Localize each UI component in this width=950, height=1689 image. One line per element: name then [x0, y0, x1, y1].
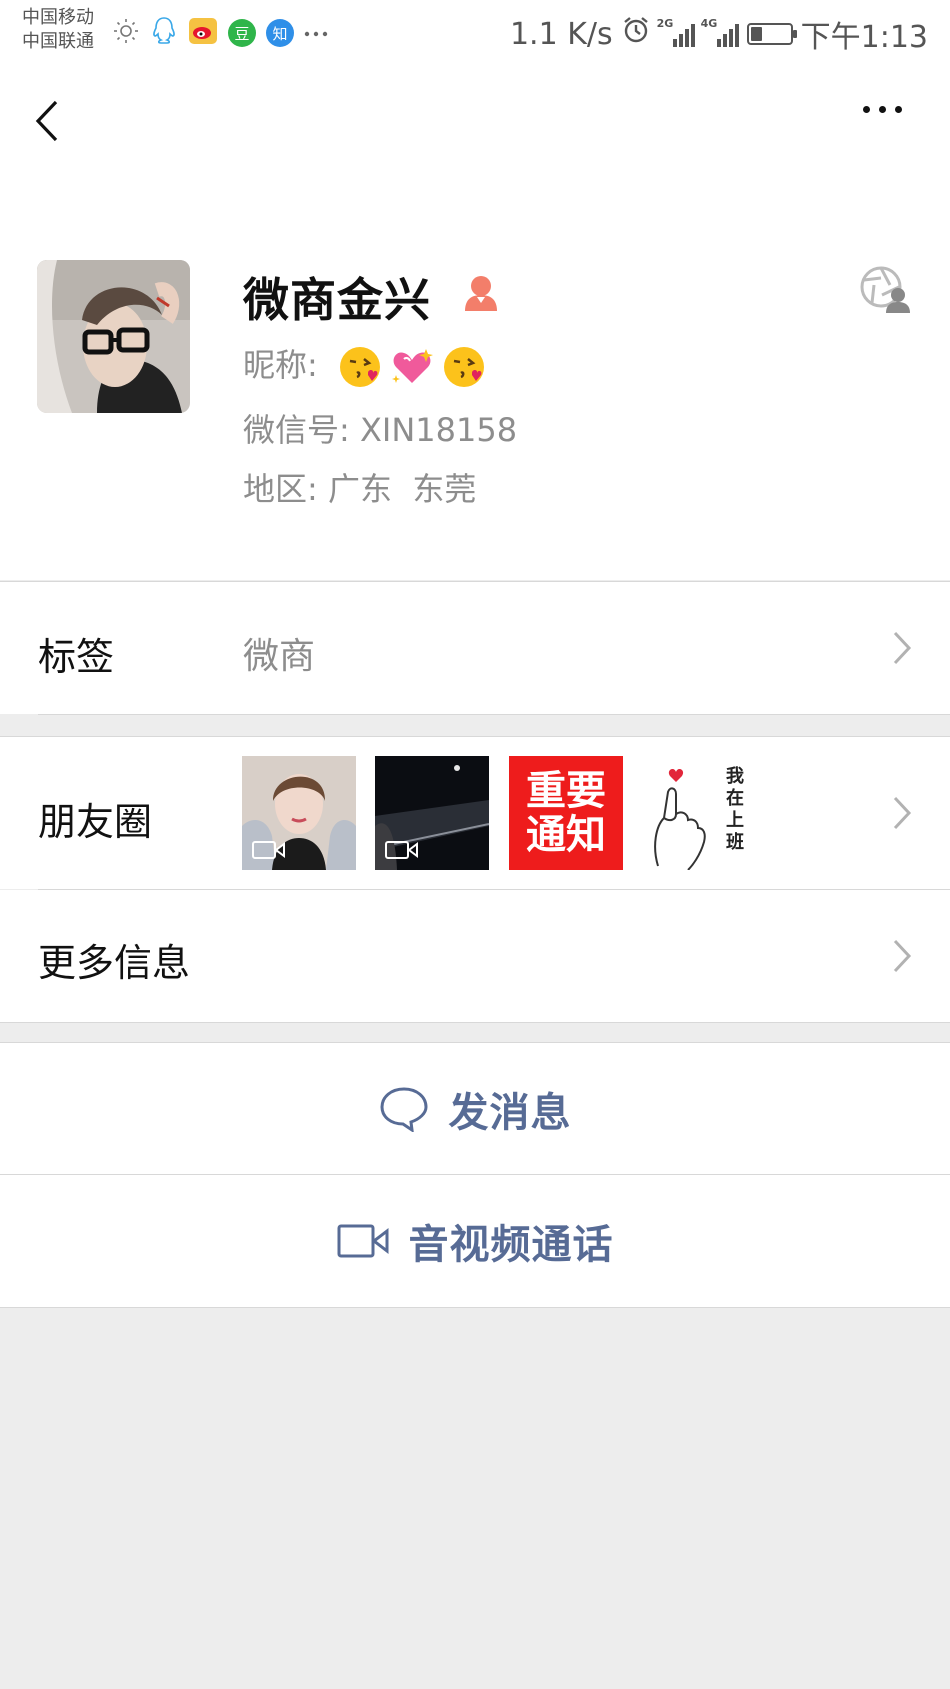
status-bar: 中国移动 中国联通 豆 知 1.1 K/s 2G 4G 下午1:13 — [0, 0, 950, 64]
tags-row[interactable]: 标签 微商 — [0, 582, 950, 714]
tags-label: 标签 — [38, 635, 115, 679]
signal-2g-icon: 2G — [657, 17, 695, 47]
thumbnail-caption: 我在上班 — [726, 766, 744, 853]
back-button[interactable] — [28, 96, 68, 146]
wechat-id-value: XIN18158 — [359, 411, 518, 449]
video-call-label: 音视频通话 — [408, 1222, 614, 1268]
video-icon — [252, 841, 285, 859]
kiss-emoji-icon — [339, 347, 380, 387]
chevron-right-icon — [893, 796, 912, 830]
nickname-emojis — [338, 345, 486, 389]
battery-icon — [746, 23, 797, 45]
brightness-icon — [112, 17, 140, 49]
region-line: 地区: 广东 东莞 — [243, 464, 476, 510]
more-options-button[interactable] — [863, 106, 902, 113]
chevron-left-icon — [35, 100, 58, 142]
tags-value: 微商 — [243, 636, 316, 677]
douban-icon: 豆 — [228, 19, 256, 47]
divider — [0, 1307, 950, 1308]
moments-thumbnail[interactable] — [375, 756, 489, 870]
carrier-info: 中国移动 中国联通 — [22, 6, 94, 54]
region-value: 广东 东莞 — [327, 470, 477, 508]
sparkling-heart-emoji-icon — [391, 349, 433, 383]
carrier-1: 中国移动 — [22, 7, 94, 28]
female-gender-icon — [462, 273, 500, 313]
chat-bubble-icon — [379, 1086, 428, 1132]
alarm-icon — [621, 15, 651, 53]
zhihu-icon: 知 — [266, 19, 294, 47]
nickname-line: 昵称: — [243, 340, 486, 389]
video-camera-icon — [337, 1224, 388, 1258]
thumbnail-text-2: 通知 — [526, 812, 606, 858]
status-right: 1.1 K/s 2G 4G 下午1:13 — [510, 12, 928, 56]
carrier-2: 中国联通 — [22, 31, 94, 52]
region-label: 地区: — [243, 470, 318, 508]
more-info-row[interactable]: 更多信息 — [0, 890, 950, 1022]
more-info-label: 更多信息 — [38, 941, 191, 985]
signal-4g-icon: 4G — [701, 17, 739, 47]
moments-thumbnail[interactable]: 我在上班 — [642, 756, 756, 870]
notification-icons: 豆 知 — [112, 16, 328, 50]
video-icon — [385, 841, 418, 859]
kiss-emoji-icon — [443, 347, 484, 387]
chevron-right-icon — [893, 939, 912, 973]
battery-level — [750, 27, 762, 41]
moments-permission-icon[interactable] — [860, 265, 910, 315]
profile-name: 微商金兴 — [243, 273, 431, 327]
moments-thumbnail[interactable]: 重要 通知 — [509, 756, 623, 870]
wechat-id-label: 微信号: — [243, 411, 350, 449]
network-speed: 1.1 K/s — [509, 16, 613, 52]
divider — [38, 714, 950, 715]
clock: 下午1:13 — [800, 20, 928, 55]
video-call-button[interactable]: 音视频通话 — [0, 1175, 950, 1307]
send-message-label: 发消息 — [448, 1089, 572, 1136]
moments-label: 朋友圈 — [38, 800, 153, 844]
wechat-id-line: 微信号: XIN18158 — [243, 405, 517, 451]
avatar[interactable] — [37, 260, 190, 413]
qq-icon — [150, 16, 178, 50]
weibo-icon — [188, 17, 218, 49]
nickname-label: 昵称: — [243, 346, 318, 384]
thumbnail-text-1: 重要 — [526, 768, 606, 814]
moments-thumbnail[interactable] — [242, 756, 356, 870]
send-message-button[interactable]: 发消息 — [0, 1043, 950, 1174]
more-dots-icon — [304, 24, 328, 43]
divider — [0, 1022, 950, 1023]
chevron-right-icon — [893, 631, 912, 665]
